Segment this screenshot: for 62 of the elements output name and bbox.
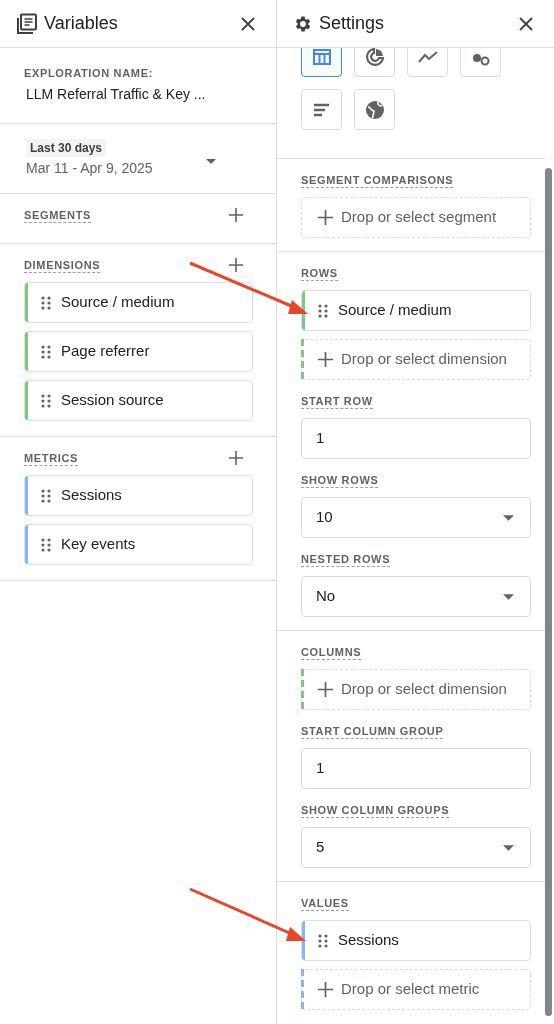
- add-button[interactable]: [228, 257, 244, 273]
- section-label: ROWS: [301, 266, 338, 281]
- variable-chip[interactable]: Key events: [24, 524, 253, 565]
- table-icon: [312, 48, 331, 65]
- donut-chart-icon: [364, 48, 385, 67]
- close-icon: [518, 15, 534, 32]
- drag-handle-icon: [318, 303, 328, 318]
- drop-zone[interactable]: Drop or select metric: [301, 969, 531, 1010]
- section-label: SHOW ROWS: [301, 473, 379, 488]
- add-button[interactable]: [228, 450, 244, 466]
- drag-handle-icon: [318, 933, 328, 948]
- plus-icon: [318, 682, 333, 697]
- drag-handle-icon: [41, 344, 51, 359]
- variable-chip[interactable]: Source / medium: [24, 282, 253, 323]
- bar-chart-icon: [313, 102, 330, 117]
- variables-icon: [16, 12, 38, 35]
- plus-icon: [318, 352, 333, 367]
- variable-chip[interactable]: Sessions: [24, 475, 253, 516]
- date-range: Mar 11 - Apr 9, 2025: [26, 158, 154, 178]
- dropdown-icon: [503, 593, 514, 600]
- variable-chip[interactable]: Page referrer: [24, 331, 253, 372]
- exploration-name: LLM Referral Traffic & Key ...: [26, 85, 207, 104]
- variable-chip[interactable]: Sessions: [301, 920, 531, 961]
- input-field[interactable]: 1: [301, 418, 531, 459]
- section-label: START COLUMN GROUP: [301, 724, 444, 739]
- select-field[interactable]: No: [301, 576, 531, 617]
- drop-zone[interactable]: Drop or select segment: [301, 197, 531, 238]
- line-chart-icon: [417, 50, 438, 63]
- section-label: COLUMNS: [301, 645, 362, 660]
- section-label: NESTED ROWS: [301, 552, 391, 567]
- section-label: DIMENSIONS: [24, 257, 101, 273]
- select-field[interactable]: 10: [301, 497, 531, 538]
- date-preset: Last 30 days: [26, 138, 107, 157]
- panel-title: Variables: [44, 12, 119, 35]
- visualization-button[interactable]: [301, 48, 342, 77]
- section-label: VALUES: [301, 896, 349, 911]
- date-range-picker[interactable]: Last 30 days Mar 11 - Apr 9, 2025: [26, 138, 216, 179]
- drop-zone[interactable]: Drop or select dimension: [301, 339, 531, 380]
- section-label: SHOW COLUMN GROUPS: [301, 803, 450, 818]
- section-label: SEGMENT COMPARISONS: [301, 173, 454, 188]
- section-label: SEGMENTS: [24, 207, 91, 223]
- variable-chip[interactable]: Session source: [24, 380, 253, 421]
- dropdown-icon: [503, 844, 514, 851]
- dropdown-icon: [206, 159, 216, 164]
- panel-title: Settings: [319, 12, 386, 35]
- plus-icon: [318, 210, 333, 225]
- globe-icon: [364, 99, 385, 120]
- drag-handle-icon: [41, 537, 51, 552]
- section-label: METRICS: [24, 450, 79, 466]
- drag-handle-icon: [41, 393, 51, 408]
- close-icon: [240, 15, 256, 32]
- field-label: EXPLORATION NAME:: [24, 66, 154, 80]
- section-label: START ROW: [301, 394, 373, 409]
- select-field[interactable]: 5: [301, 827, 531, 868]
- dropdown-icon: [503, 514, 514, 521]
- plus-icon: [318, 982, 333, 997]
- drop-zone[interactable]: Drop or select dimension: [301, 669, 531, 710]
- input-field[interactable]: 1: [301, 748, 531, 789]
- variable-chip[interactable]: Source / medium: [301, 290, 531, 331]
- drag-handle-icon: [41, 488, 51, 503]
- drag-handle-icon: [41, 295, 51, 310]
- add-button[interactable]: [228, 207, 244, 223]
